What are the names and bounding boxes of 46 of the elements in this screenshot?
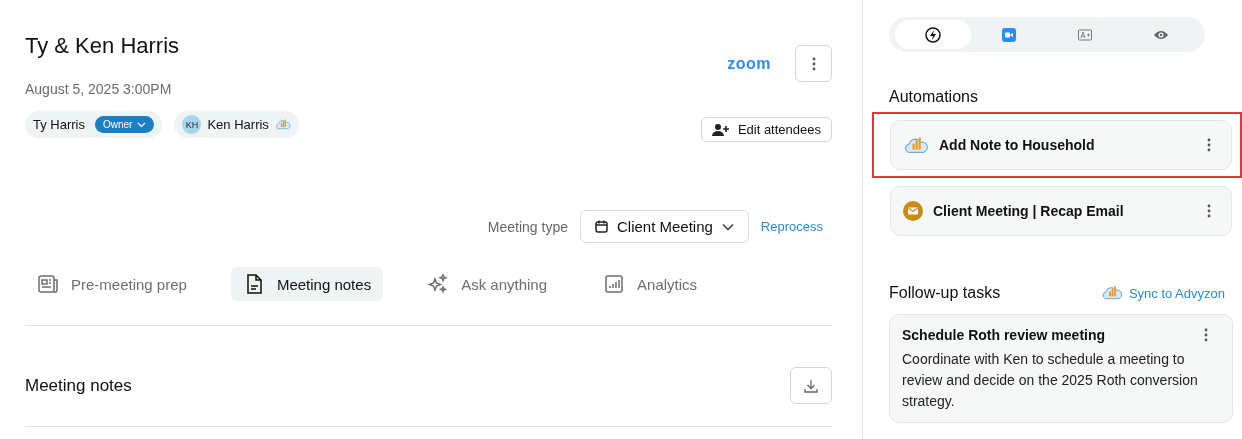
tab[interactable]: Meeting notes [230,267,384,301]
sparkle-icon [427,273,450,295]
more-icon[interactable] [1207,204,1211,218]
attendee-name: Ty Harris [33,117,85,132]
cloud-chart-icon [1100,284,1123,302]
role-dropdown[interactable]: Owner [95,116,155,133]
meeting-date: August 5, 2025 3:00PM [25,81,173,97]
more-icon[interactable] [1204,328,1208,342]
more-icon[interactable] [811,56,816,71]
section-heading: Meeting notes [25,375,132,396]
meeting-type-select[interactable]: Client Meeting [579,210,749,243]
download-icon [804,378,818,393]
attendee-name: Ken Harris [207,117,269,132]
tab[interactable]: Ask anything [415,267,560,301]
lightning-icon [925,26,941,43]
more-icon[interactable] [1207,138,1211,152]
automation-card[interactable]: Add Note to Household [890,120,1232,170]
meeting-title: Ty & Ken Harris [25,33,181,59]
attendee-chip[interactable]: Ty Harris Owner [25,111,163,138]
automation-card[interactable]: Client Meeting | Recap Email [890,186,1232,236]
meeting-type-label: Meeting type [487,218,568,235]
section-heading: Follow-up tasks [889,284,1001,302]
text-size-icon [1077,26,1093,43]
chevron-down-icon [721,222,734,231]
automation-name: Client Meeting | Recap Email [933,203,1125,219]
tab[interactable]: Pre-meeting prep [25,267,199,301]
attendee-chip[interactable]: KH Ken Harris [174,111,299,138]
tab[interactable]: Analytics [591,267,710,301]
automation-name: Add Note to Household [939,137,1096,153]
reprocess-link[interactable]: Reprocess [760,219,823,234]
chevron-down-icon [137,121,147,128]
sync-link[interactable]: Sync to Advyzon [1128,285,1225,301]
task-description: Coordinate with Ken to schedule a meeting to review and decide on the 2025 Roth conversion strategy. [902,350,1199,411]
view-tab[interactable] [895,20,971,49]
task-title: Schedule Roth review meeting [902,327,1106,343]
calendar-icon [594,220,608,233]
bar-chart-icon [603,273,626,295]
add-person-icon [711,122,730,137]
video-camera-icon [1001,26,1017,43]
section-heading: Automations [889,88,979,106]
edit-attendees-button[interactable]: Edit attendees [700,117,832,142]
newspaper-icon [37,273,59,295]
avatar-initials: KH [182,115,202,134]
zoom-logo: zoom [727,54,771,73]
download-button[interactable] [790,367,832,404]
email-icon [903,201,923,221]
